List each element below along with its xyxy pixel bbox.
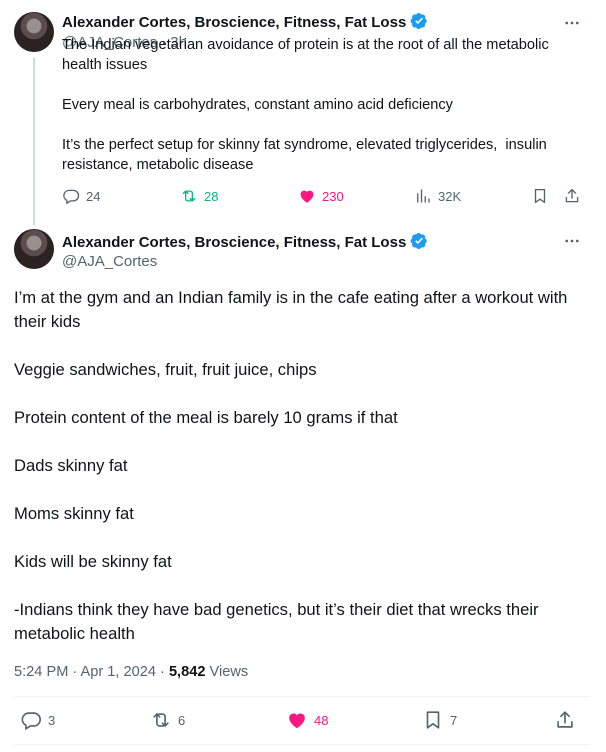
repost-count: 28: [204, 188, 219, 204]
reply-button[interactable]: 3: [20, 709, 55, 731]
share-icon[interactable]: [563, 187, 581, 205]
repost-icon: [182, 190, 196, 202]
reply-icon: [63, 189, 80, 205]
like-button[interactable]: 48: [286, 709, 328, 731]
views-count: 32K: [438, 188, 462, 204]
reply-icon: [21, 712, 41, 731]
bookmark-icon: [426, 711, 440, 729]
bookmark-button[interactable]: 7: [422, 709, 457, 731]
repost-icon: [153, 713, 169, 727]
timestamp-link[interactable]: 5:24 PM · Apr 1, 2024 ·: [14, 664, 169, 680]
like-button[interactable]: 230: [298, 187, 344, 205]
author-name[interactable]: Alexander Cortes, Broscience, Fitness, F…: [62, 14, 406, 31]
more-icon[interactable]: [563, 232, 581, 250]
repost-button[interactable]: 28: [180, 187, 218, 205]
views-icon: [417, 189, 430, 203]
tweet2-text: I’m at the gym and an Indian family is i…: [14, 288, 568, 643]
avatar[interactable]: [14, 12, 54, 52]
repost-button[interactable]: 6: [150, 709, 185, 731]
tweet1-text: The Indian vegetarian avoidance of prote…: [62, 37, 549, 173]
reply-count: 24: [86, 188, 101, 204]
verified-icon: [410, 12, 427, 30]
reply-button[interactable]: 24: [62, 187, 100, 205]
views-count: 5,842: [168, 664, 206, 680]
more-icon[interactable]: [563, 14, 581, 32]
thread-line: [33, 58, 35, 225]
repost-count: 6: [178, 712, 186, 728]
tweet-timestamp: 5:24 PM · Apr 1, 2024 · 5,842 Views: [14, 662, 248, 682]
author-name[interactable]: Alexander Cortes, Broscience, Fitness, F…: [62, 232, 431, 253]
divider: [14, 696, 590, 697]
like-icon: [289, 713, 305, 729]
avatar[interactable]: [14, 229, 54, 269]
divider: [14, 744, 590, 745]
like-count: 230: [322, 188, 344, 204]
reply-count: 3: [48, 712, 56, 728]
bookmark-icon[interactable]: [531, 187, 549, 205]
share-icon[interactable]: [554, 709, 576, 731]
views-label: Views: [205, 664, 249, 680]
like-count: 48: [314, 712, 329, 728]
bookmark-count: 7: [450, 712, 458, 728]
like-icon: [300, 190, 314, 203]
views-button[interactable]: 32K: [414, 187, 461, 205]
verified-icon: [410, 232, 427, 250]
author-handle[interactable]: @AJA_Cortes: [62, 252, 157, 272]
